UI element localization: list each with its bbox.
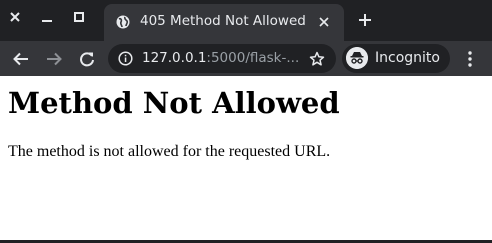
browser-tab-strip: 405 Method Not Allowed — [0, 0, 492, 41]
incognito-label: Incognito — [375, 50, 440, 66]
url-text[interactable]: 127.0.0.1:5000/flask-... — [142, 50, 299, 66]
url-path: :5000/flask-... — [206, 50, 300, 66]
back-button[interactable] — [10, 48, 32, 70]
error-message: The method is not allowed for the reques… — [8, 143, 331, 160]
reload-button[interactable] — [76, 48, 98, 70]
arrow-left-icon — [13, 52, 28, 66]
url-host: 127.0.0.1 — [142, 50, 207, 66]
incognito-icon — [346, 47, 368, 69]
forward-button[interactable] — [43, 48, 65, 70]
browser-menu-button[interactable] — [460, 48, 480, 70]
star-icon — [309, 51, 325, 66]
close-icon — [319, 17, 329, 27]
close-icon — [10, 12, 20, 22]
maximize-icon — [74, 12, 84, 22]
address-bar[interactable]: 127.0.0.1:5000/flask-... — [108, 44, 336, 73]
more-vert-icon — [468, 51, 472, 67]
info-icon[interactable] — [118, 51, 133, 66]
tab-active[interactable]: 405 Method Not Allowed — [104, 4, 344, 41]
browser-toolbar: 127.0.0.1:5000/flask-... Incognito — [0, 41, 492, 76]
minimize-icon — [42, 20, 52, 22]
tab-close-button[interactable] — [316, 14, 332, 30]
plus-icon — [359, 14, 371, 26]
new-tab-button[interactable] — [356, 11, 374, 29]
page-title: Method Not Allowed — [8, 86, 340, 120]
window-minimize-button[interactable] — [36, 6, 58, 28]
incognito-profile-button[interactable]: Incognito — [342, 44, 450, 73]
window-maximize-button[interactable] — [68, 6, 90, 28]
globe-icon — [116, 15, 130, 29]
page-content: Method Not Allowed The method is not all… — [0, 76, 492, 243]
window-close-button[interactable] — [4, 6, 26, 28]
arrow-right-icon — [47, 52, 62, 66]
reload-icon — [80, 52, 94, 67]
bookmark-button[interactable] — [308, 50, 326, 68]
tab-title: 405 Method Not Allowed — [140, 13, 306, 29]
